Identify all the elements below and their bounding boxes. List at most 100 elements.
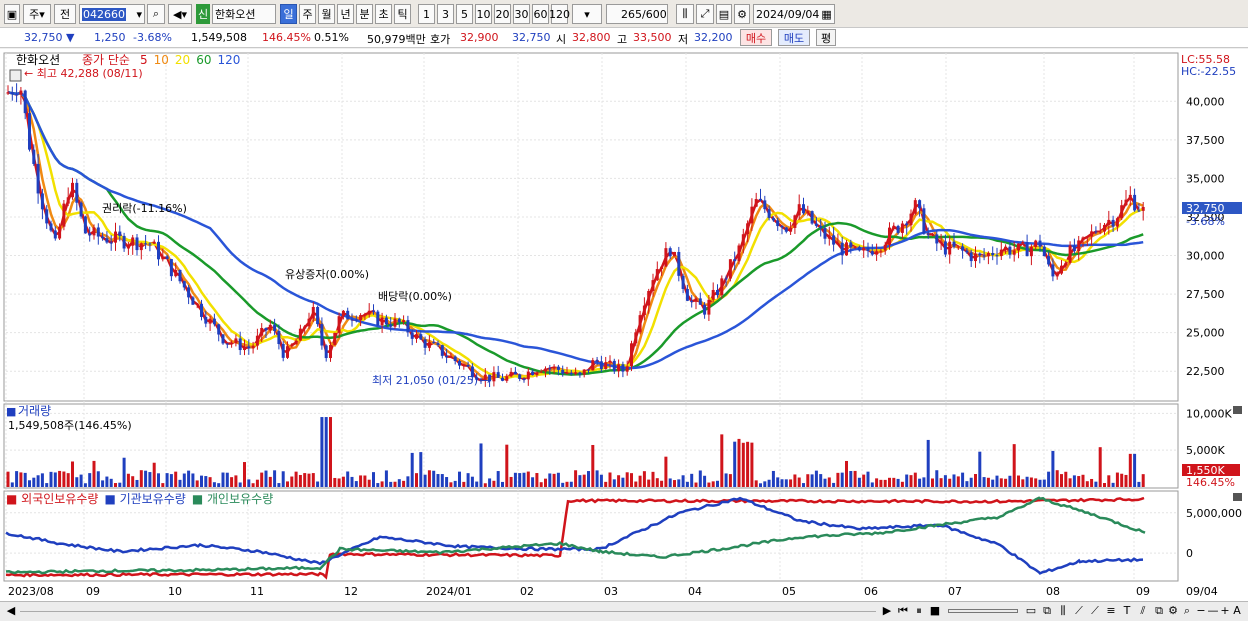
stock-code-input[interactable]: 042660 ▾: [79, 4, 145, 24]
channel-icon[interactable]: ⫽: [1136, 604, 1150, 618]
minute-button-2[interactable]: 3: [437, 4, 454, 24]
minute-button-8[interactable]: 120: [549, 4, 570, 24]
candle-body: [840, 242, 844, 256]
candle-body: [875, 251, 879, 255]
buy-button[interactable]: 매수: [740, 29, 772, 46]
sell-button[interactable]: 매도: [778, 29, 810, 46]
candle-body: [978, 253, 982, 256]
volume-bar: [157, 473, 160, 487]
zoom-icon[interactable]: ⌕: [1180, 604, 1194, 618]
volume-bar: [419, 452, 423, 487]
candle-body: [178, 269, 182, 282]
font-size-icon[interactable]: A: [1230, 604, 1244, 618]
minute-button-4[interactable]: 10: [475, 4, 492, 24]
candle-body: [440, 345, 444, 356]
scrollbar-track[interactable]: [20, 611, 876, 612]
volume-bar: [178, 479, 182, 487]
candle-body: [707, 299, 711, 315]
scroll-left-icon[interactable]: ◀: [4, 604, 18, 618]
current-pct-label: -3.68%: [1186, 215, 1225, 228]
stock-chart[interactable]: 40,00037,50035,00032,50030,00027,50025,0…: [0, 49, 1248, 601]
price-change: 1,250: [94, 31, 126, 44]
period-button-5[interactable]: 분: [356, 4, 373, 24]
rewind-icon[interactable]: ⏮: [896, 604, 910, 618]
eval-button[interactable]: 평: [816, 29, 836, 46]
pause-icon[interactable]: ⏸: [912, 604, 926, 618]
text-tool-icon[interactable]: T: [1120, 604, 1134, 618]
volume-value: 1,549,508주(146.45%): [8, 419, 132, 432]
chart-menu-icon[interactable]: ▣: [4, 4, 20, 24]
volume-bar: [905, 474, 909, 487]
count-field[interactable]: 265/600: [606, 4, 668, 24]
chart-type-icon[interactable]: ⫼: [1056, 604, 1070, 618]
period-button-2[interactable]: 주: [299, 4, 316, 24]
fib-icon[interactable]: ≡: [1104, 604, 1118, 618]
minute-button-7[interactable]: 60: [532, 4, 549, 24]
volume-bar: [1094, 481, 1098, 487]
candle-body: [45, 209, 49, 224]
candle-body: [591, 360, 595, 371]
date-field[interactable]: 2024/09/04 ▦: [753, 4, 835, 24]
stop-icon[interactable]: ■: [928, 604, 942, 618]
volume-bar: [793, 474, 797, 487]
candle-body: [410, 332, 414, 339]
volume-bar: [827, 477, 831, 487]
period-button-7[interactable]: 틱: [394, 4, 411, 24]
candle-body: [763, 200, 767, 210]
panel-icon[interactable]: [9, 69, 22, 82]
candle-icon[interactable]: ⫼: [676, 4, 694, 24]
holding-close-icon[interactable]: [1233, 493, 1242, 501]
drawing-tool-icon[interactable]: ⤢: [696, 4, 714, 24]
volume-bar: [230, 477, 234, 487]
speaker-icon[interactable]: ◀▾: [168, 4, 192, 24]
minute-dropdown[interactable]: ▾: [572, 4, 602, 24]
volume-bar: [1025, 476, 1029, 487]
volume-bar: [393, 481, 397, 487]
split-icon[interactable]: ⧉: [1040, 604, 1054, 618]
volume-close-icon[interactable]: [1233, 406, 1242, 414]
candle-body: [535, 372, 539, 376]
play-icon[interactable]: ▶: [880, 604, 894, 618]
volume-bar: [243, 462, 246, 487]
volume-bar: [578, 475, 582, 487]
candle-body: [1055, 273, 1059, 277]
line-tool-icon[interactable]: ⟋: [1088, 604, 1102, 618]
gear-icon[interactable]: ⚙: [734, 4, 750, 24]
period-button-4[interactable]: 년: [337, 4, 354, 24]
volume-bar: [432, 470, 436, 487]
candle-body: [62, 203, 66, 227]
period-button-3[interactable]: 월: [318, 4, 335, 24]
save-icon[interactable]: ▤: [716, 4, 732, 24]
minute-button-6[interactable]: 30: [513, 4, 530, 24]
candle-body: [169, 259, 173, 277]
minute-button-5[interactable]: 20: [494, 4, 511, 24]
volume-bar: [582, 474, 586, 487]
volume-bar: [518, 473, 522, 487]
volume-bar: [974, 474, 977, 487]
mode-select-2[interactable]: 전: [54, 4, 76, 24]
volume-bar: [122, 457, 126, 487]
trend-icon[interactable]: ⟋: [1072, 604, 1086, 618]
volume-bar: [548, 473, 552, 487]
volume-bar: [449, 482, 453, 487]
copy-icon[interactable]: ⧉: [1152, 604, 1166, 618]
count-max: /600: [642, 7, 667, 21]
volume-bar: [324, 417, 328, 487]
calendar-icon[interactable]: ▦: [821, 8, 831, 21]
candle-body: [286, 346, 289, 358]
settings-icon[interactable]: ⚙: [1166, 604, 1180, 618]
volume-bar: [888, 477, 891, 487]
period-button-1[interactable]: 일: [280, 4, 297, 24]
layout-icon[interactable]: ▭: [1024, 604, 1038, 618]
mode-select-1[interactable]: 주 ▾: [23, 4, 51, 24]
period-button-6[interactable]: 초: [375, 4, 392, 24]
search-icon[interactable]: ⌕: [147, 4, 165, 24]
holding-legend: ■ 외국인보유수량 ■ 기관보유수량 ■ 개인보유수량: [6, 492, 273, 506]
volume-bar: [819, 474, 823, 487]
chart-area: 40,000 37,500 35,000 32,500 30,000 27,500 25,0…: [0, 49, 1248, 601]
candle-body: [191, 297, 195, 305]
code-dropdown-icon[interactable]: ▾: [136, 8, 144, 21]
minute-button-3[interactable]: 5: [456, 4, 473, 24]
minute-button-1[interactable]: 1: [418, 4, 435, 24]
zoom-slider[interactable]: [948, 609, 1018, 613]
